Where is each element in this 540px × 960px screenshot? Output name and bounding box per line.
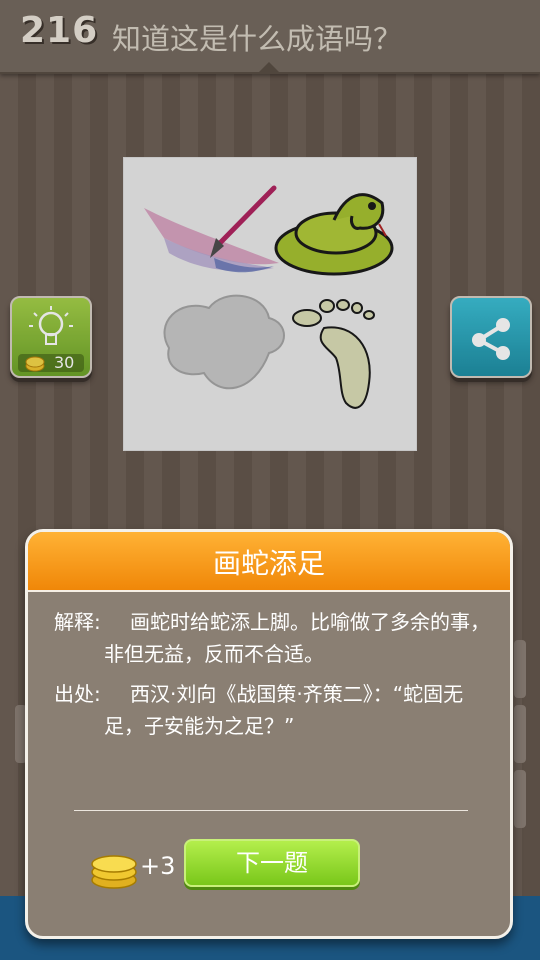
answer-dialog: 画蛇添足 解释: 画蛇时给蛇添上脚。比喻做了多余的事，非但无益，反而不合适。 出…: [25, 529, 513, 939]
dialog-header: 画蛇添足: [28, 532, 510, 592]
explanation: 解释: 画蛇时给蛇添上脚。比喻做了多余的事，非但无益，反而不合适。: [54, 606, 494, 670]
explanation-label: 解释:: [54, 610, 101, 634]
source: 出处: 西汉·刘向《战国策·齐策二》：“蛇固无足，子安能为之足？”: [54, 678, 494, 742]
explanation-text: 画蛇时给蛇添上脚。比喻做了多余的事，非但无益，反而不合适。: [104, 610, 490, 666]
coins-icon: [91, 855, 137, 889]
source-text: 西汉·刘向《战国策·齐策二》：“蛇固无足，子安能为之足？”: [104, 682, 464, 738]
reward-amount: +3: [140, 852, 176, 880]
divider: [74, 810, 468, 811]
next-question-button[interactable]: 下一题: [184, 839, 360, 887]
source-label: 出处:: [54, 682, 101, 706]
dialog-title: 画蛇添足: [212, 547, 325, 580]
